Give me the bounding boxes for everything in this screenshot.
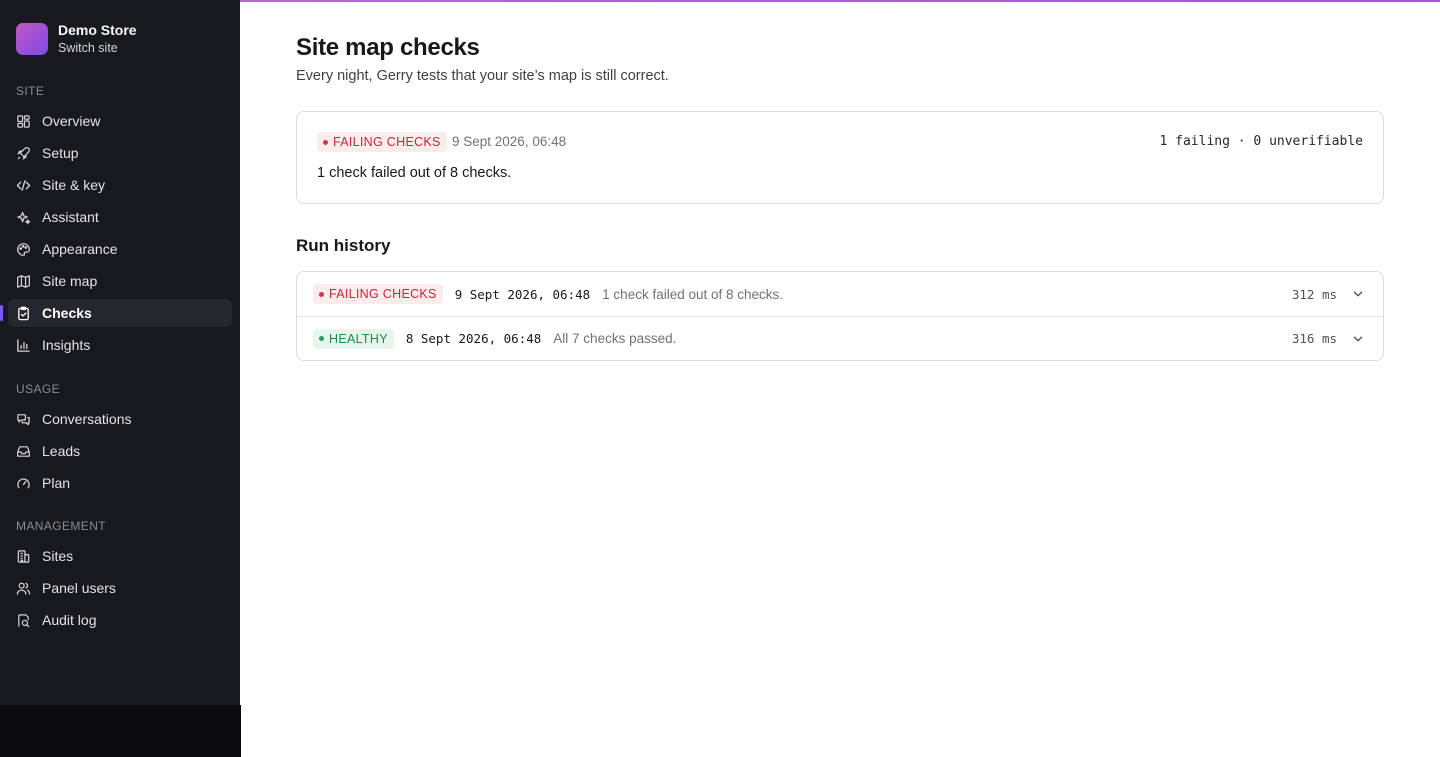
chevron-down-icon[interactable] — [1351, 287, 1365, 301]
sidebar-item-assistant[interactable]: Assistant — [8, 203, 232, 231]
status-badge-label: HEALTHY — [329, 331, 388, 346]
code-icon — [16, 179, 31, 191]
run-message: 1 check failed out of 8 checks. — [602, 286, 784, 302]
page-subtitle: Every night, Gerry tests that your site’… — [296, 68, 669, 84]
run-history-title: Run history — [296, 236, 391, 255]
history-row[interactable]: FAILING CHECKS 9 Sept 2026, 06:48 1 chec… — [297, 272, 1383, 316]
sidebar-item-site-map[interactable]: Site map — [8, 267, 232, 295]
store-logo — [16, 23, 48, 55]
sidebar: Demo Store Switch site SITE Overview Set… — [0, 0, 240, 705]
sidebar-footer — [0, 705, 241, 757]
sidebar-item-leads[interactable]: Leads — [8, 437, 232, 465]
sidebar-item-label: Appearance — [42, 241, 118, 257]
sidebar-item-label: Leads — [42, 443, 81, 459]
run-message: All 7 checks passed. — [553, 331, 677, 346]
status-badge-label: FAILING CHECKS — [333, 135, 441, 149]
run-date: 9 Sept 2026, 06:48 — [454, 286, 591, 302]
sidebar-item-appearance[interactable]: Appearance — [8, 235, 232, 263]
sidebar-item-label: Sites — [42, 548, 74, 564]
sidebar-item-panel-users[interactable]: Panel users — [8, 574, 232, 602]
last-run-date: 9 Sept 2026, 06:48 — [452, 134, 567, 149]
check-counts: 1 failing · 0 unverifiable — [1159, 134, 1364, 149]
rocket-icon — [17, 146, 30, 160]
sidebar-item-label: Plan — [42, 475, 71, 491]
status-summary: 1 check failed out of 8 checks. — [317, 165, 512, 181]
status-dot — [323, 139, 328, 145]
status-badge: HEALTHY — [313, 328, 394, 349]
inbox-icon — [17, 445, 30, 457]
sidebar-item-label: Checks — [42, 305, 92, 321]
sidebar-item-site-and-key[interactable]: Site & key — [8, 171, 232, 199]
top-accent-bar — [240, 0, 1440, 2]
status-dot — [319, 291, 324, 297]
run-duration: 316 ms — [1291, 331, 1337, 346]
sidebar-item-insights[interactable]: Insights — [8, 331, 232, 359]
site-switcher[interactable]: Demo Store Switch site — [16, 22, 137, 56]
run-history-list: FAILING CHECKS 9 Sept 2026, 06:48 1 chec… — [296, 271, 1384, 361]
audit-icon — [18, 613, 30, 627]
run-duration: 312 ms — [1291, 286, 1337, 302]
latest-status-card: FAILING CHECKS 9 Sept 2026, 06:48 1 fail… — [296, 111, 1384, 204]
status-badge-label: FAILING CHECKS — [329, 287, 437, 301]
sparkles-icon — [17, 211, 31, 224]
chat-icon — [17, 413, 30, 425]
sidebar-item-label: Site & key — [42, 177, 106, 193]
bar-chart-icon — [17, 338, 30, 352]
status-dot — [319, 336, 324, 341]
sidebar-item-label: Panel users — [42, 580, 116, 596]
status-badge: FAILING CHECKS — [317, 132, 447, 152]
building-icon — [17, 549, 30, 563]
sidebar-item-label: Assistant — [42, 209, 99, 225]
chevron-down-icon[interactable] — [1351, 332, 1365, 346]
sidebar-item-label: Site map — [42, 273, 98, 289]
clipboard-check-icon — [18, 306, 29, 320]
users-icon — [16, 582, 31, 595]
sidebar-item-label: Overview — [42, 113, 101, 129]
sidebar-item-label: Setup — [42, 145, 79, 161]
run-date: 8 Sept 2026, 06:48 — [405, 331, 542, 346]
sidebar-item-label: Audit log — [42, 612, 97, 628]
sidebar-item-plan[interactable]: Plan — [8, 469, 232, 497]
history-row[interactable]: HEALTHY 8 Sept 2026, 06:48 All 7 checks … — [297, 316, 1383, 360]
section-label-management: MANAGEMENT — [16, 519, 107, 533]
section-label-usage: USAGE — [16, 382, 61, 396]
gauge-icon — [17, 477, 30, 488]
grid-icon — [17, 114, 30, 128]
sidebar-item-setup[interactable]: Setup — [8, 139, 232, 167]
sidebar-item-sites[interactable]: Sites — [8, 542, 232, 570]
sidebar-item-audit-log[interactable]: Audit log — [8, 606, 232, 634]
section-label-site: SITE — [16, 84, 45, 98]
palette-icon — [17, 242, 30, 256]
store-name: Demo Store — [58, 22, 137, 38]
switch-site-link[interactable]: Switch site — [58, 39, 137, 57]
sidebar-item-checks[interactable]: Checks — [8, 299, 232, 327]
map-icon — [17, 274, 30, 288]
status-badge: FAILING CHECKS — [313, 284, 443, 304]
sidebar-item-conversations[interactable]: Conversations — [8, 405, 232, 433]
active-indicator — [0, 305, 3, 321]
page-title: Site map checks — [296, 34, 480, 61]
sidebar-item-overview[interactable]: Overview — [8, 107, 232, 135]
sidebar-item-label: Insights — [42, 337, 91, 353]
sidebar-item-label: Conversations — [42, 411, 132, 427]
